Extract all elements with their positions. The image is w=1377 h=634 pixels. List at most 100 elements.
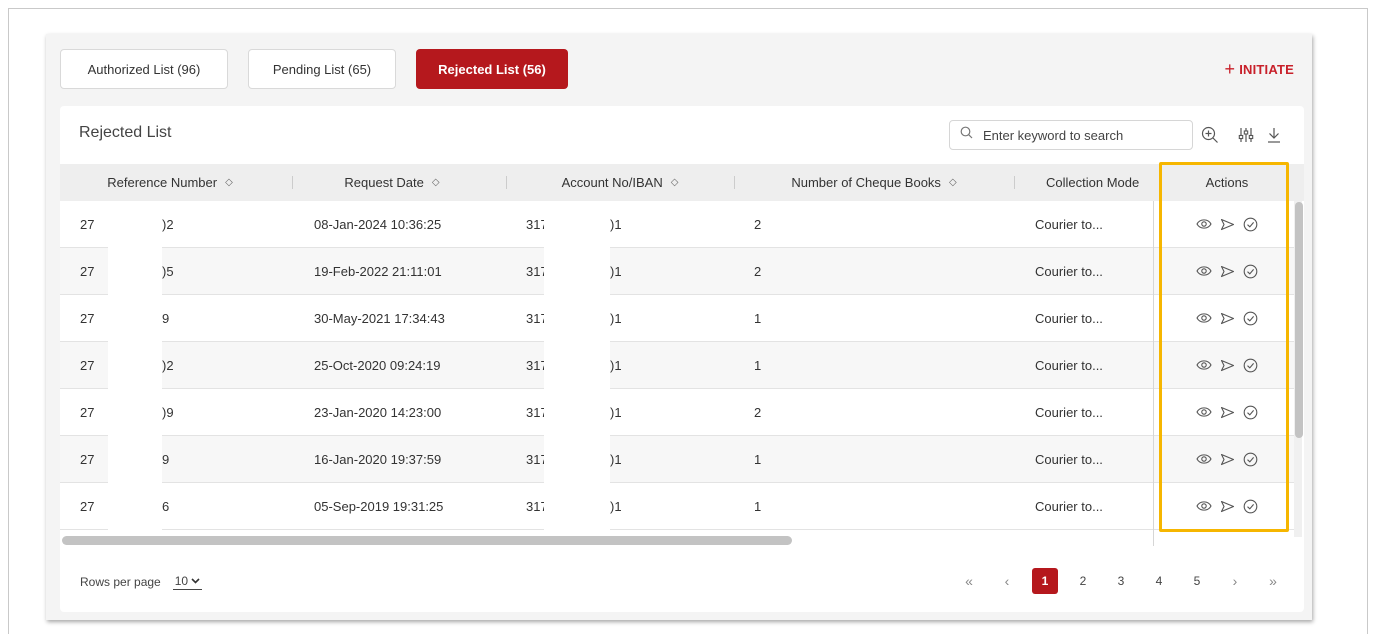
vertical-scrollbar-thumb[interactable] (1295, 202, 1303, 438)
view-eye-icon[interactable] (1196, 500, 1212, 512)
previous-page-icon[interactable]: ‹ (994, 568, 1020, 594)
sort-icon[interactable]: ◇ (225, 177, 233, 188)
collection-mode: Courier to... (1035, 357, 1103, 373)
page-button-5[interactable]: 5 (1184, 568, 1210, 594)
column-divider (1014, 176, 1015, 189)
send-icon[interactable] (1220, 453, 1235, 466)
view-eye-icon[interactable] (1196, 406, 1212, 418)
next-page-icon[interactable]: › (1222, 568, 1248, 594)
row-actions (1178, 342, 1276, 388)
row-actions (1178, 436, 1276, 482)
collection-mode: Courier to... (1035, 498, 1103, 514)
collection-mode: Courier to... (1035, 404, 1103, 420)
table-row[interactable]: 27)2 08-Jan-2024 10:36:25 317)1 2 Courier to… (60, 201, 1296, 248)
approve-check-icon[interactable] (1243, 452, 1258, 467)
list-title: Rejected List (79, 124, 172, 141)
view-eye-icon[interactable] (1196, 265, 1212, 277)
cheque-book-count: 1 (754, 451, 762, 467)
page-button-4[interactable]: 4 (1146, 568, 1172, 594)
cheque-book-count: 1 (754, 357, 762, 373)
row-actions (1178, 248, 1276, 294)
column-label: Number of Cheque Books (791, 175, 941, 190)
reference-number-end: )9 (162, 404, 174, 420)
search-input[interactable] (983, 127, 1183, 143)
column-label: Collection Mode (1046, 175, 1140, 190)
zoom-in-icon[interactable] (1199, 124, 1221, 146)
sort-icon[interactable]: ◇ (949, 177, 957, 188)
account-no-end: )1 (610, 263, 622, 279)
reference-number-end: )5 (162, 263, 174, 279)
table-row[interactable]: 27)2 25-Oct-2020 09:24:19 317)1 1 Courier to… (60, 342, 1296, 389)
column-header-request-date[interactable]: Request Date ◇ (292, 164, 492, 201)
rows-per-page-select[interactable]: 10 (172, 574, 203, 590)
table-row[interactable]: 27)9 23-Jan-2020 14:23:00 317)1 2 Courier to… (60, 389, 1296, 436)
request-date: 23-Jan-2020 14:23:00 (314, 404, 442, 420)
view-eye-icon[interactable] (1196, 312, 1212, 324)
initiate-button[interactable]: + INITIATE (1224, 60, 1294, 78)
request-date: 16-Jan-2020 19:37:59 (314, 451, 442, 467)
tab-pending-list[interactable]: Pending List (65) (248, 49, 396, 89)
request-date: 08-Jan-2024 10:36:25 (314, 216, 442, 232)
page-button-3[interactable]: 3 (1108, 568, 1134, 594)
send-icon[interactable] (1220, 359, 1235, 372)
send-icon[interactable] (1220, 265, 1235, 278)
column-header-actions: Actions (1178, 164, 1276, 201)
table-row[interactable]: 27 6 05-Sep-2019 19:31:25 317)1 1 Courier to.… (60, 483, 1296, 530)
tab-rejected-list[interactable]: Rejected List (56) (416, 49, 568, 89)
sort-icon[interactable]: ◇ (671, 177, 679, 188)
collection-mode: Courier to... (1035, 263, 1103, 279)
send-icon[interactable] (1220, 218, 1235, 231)
collection-mode: Courier to... (1035, 310, 1103, 326)
download-icon[interactable] (1263, 124, 1285, 146)
page-button-1[interactable]: 1 (1032, 568, 1058, 594)
table-row[interactable]: 27 9 16-Jan-2020 19:37:59 317)1 1 Courier to.… (60, 436, 1296, 483)
approve-check-icon[interactable] (1243, 405, 1258, 420)
view-eye-icon[interactable] (1196, 218, 1212, 230)
request-date: 05-Sep-2019 19:31:25 (314, 498, 444, 514)
reference-number-start: 27 (80, 357, 95, 373)
collection-mode: Courier to... (1035, 451, 1103, 467)
account-no-end: )1 (610, 357, 622, 373)
approve-check-icon[interactable] (1243, 499, 1258, 514)
reference-number-start: 27 (80, 263, 95, 279)
approve-check-icon[interactable] (1243, 217, 1258, 232)
page-button-2[interactable]: 2 (1070, 568, 1096, 594)
column-header-reference-number[interactable]: Reference Number ◇ (90, 164, 250, 201)
column-label: Account No/IBAN (561, 175, 663, 190)
first-page-icon[interactable]: « (956, 568, 982, 594)
send-icon[interactable] (1220, 500, 1235, 513)
account-no-end: )1 (610, 216, 622, 232)
column-header-collection-mode[interactable]: Collection Mode (1014, 164, 1153, 201)
send-icon[interactable] (1220, 406, 1235, 419)
last-page-icon[interactable]: » (1260, 568, 1286, 594)
column-header-account-no[interactable]: Account No/IBAN ◇ (506, 164, 734, 201)
table-row[interactable]: 27 9 30-May-2021 17:34:43 317)1 1 Courier to.… (60, 295, 1296, 342)
column-label: Reference Number (107, 175, 218, 190)
filter-sliders-icon[interactable] (1235, 124, 1257, 146)
approve-check-icon[interactable] (1243, 264, 1258, 279)
account-no-end: )1 (610, 404, 622, 420)
row-actions (1178, 201, 1276, 247)
reference-number-end: 9 (162, 451, 170, 467)
view-eye-icon[interactable] (1196, 453, 1212, 465)
approve-check-icon[interactable] (1243, 311, 1258, 326)
approve-check-icon[interactable] (1243, 358, 1258, 373)
rejected-list-card: Rejected List Reference Number ◇ Request … (60, 106, 1304, 612)
request-date: 30-May-2021 17:34:43 (314, 310, 445, 326)
cheque-book-requests-panel: Authorized List (96) Pending List (65) R… (46, 34, 1312, 620)
horizontal-scrollbar-thumb[interactable] (62, 536, 792, 545)
send-icon[interactable] (1220, 312, 1235, 325)
column-header-cheque-books[interactable]: Number of Cheque Books ◇ (734, 164, 1014, 201)
request-date: 19-Feb-2022 21:11:01 (314, 263, 442, 279)
search-box[interactable] (949, 120, 1193, 150)
reference-number-end: )2 (162, 216, 174, 232)
request-date: 25-Oct-2020 09:24:19 (314, 357, 441, 373)
view-eye-icon[interactable] (1196, 359, 1212, 371)
tab-authorized-list[interactable]: Authorized List (96) (60, 49, 228, 89)
column-divider (734, 176, 735, 189)
table-row[interactable]: 27)5 19-Feb-2022 21:11:01 317)1 2 Courier to… (60, 248, 1296, 295)
column-divider (292, 176, 293, 189)
sort-icon[interactable]: ◇ (432, 177, 440, 188)
redaction-mask (544, 201, 610, 536)
cheque-book-count: 2 (754, 404, 762, 420)
